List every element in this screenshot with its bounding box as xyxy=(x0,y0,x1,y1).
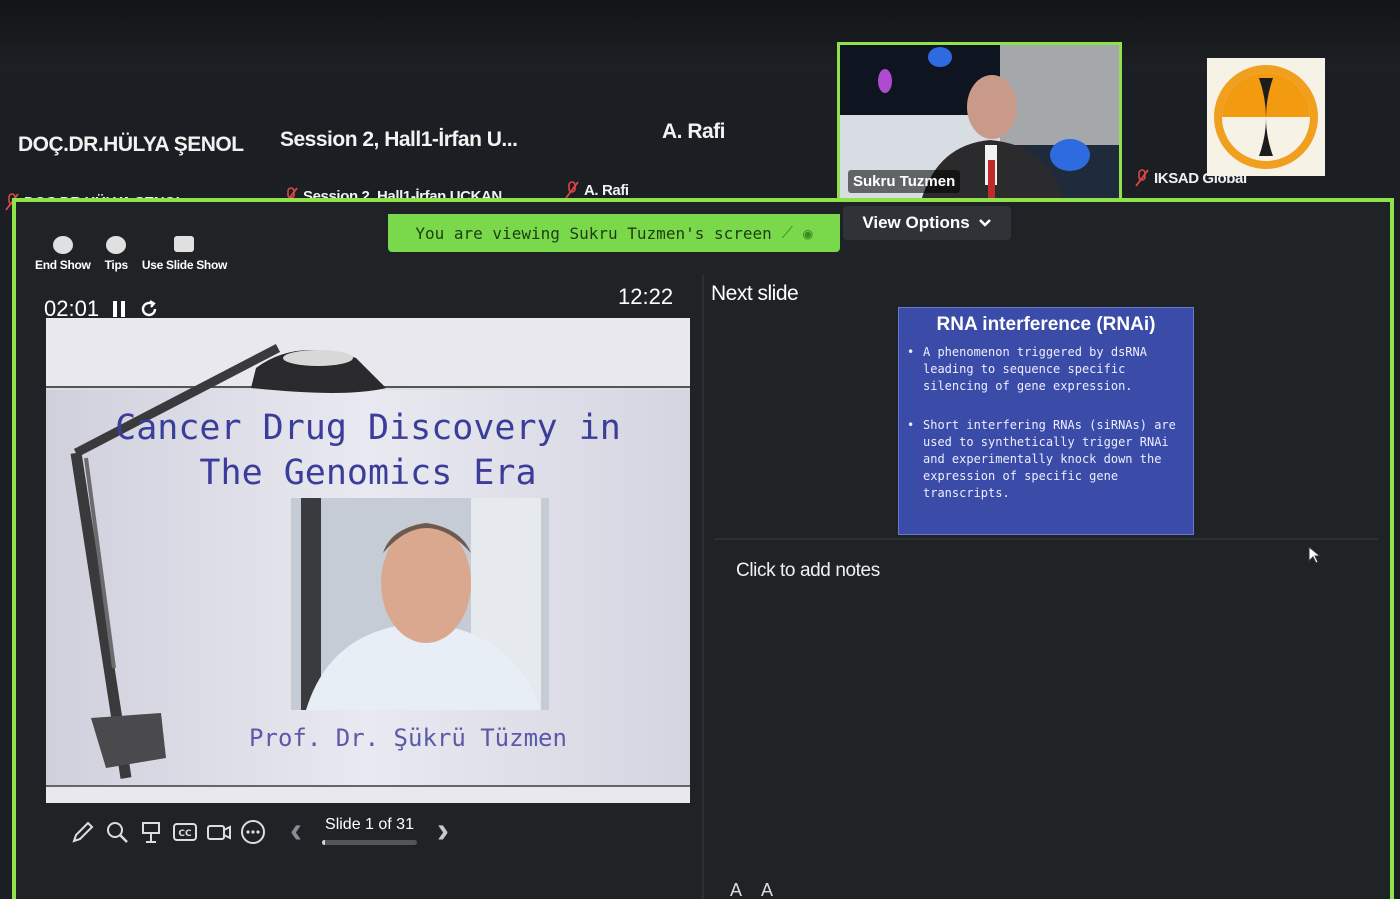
next-slide-bullet: A phenomenon triggered by dsRNA leading … xyxy=(905,344,1187,395)
top-band xyxy=(0,0,1400,70)
author-photo xyxy=(291,498,549,710)
previous-slide-button[interactable]: ‹ xyxy=(290,812,302,848)
viewing-banner-text: You are viewing Sukru Tuzmen's screen xyxy=(415,223,772,243)
mouse-cursor-icon xyxy=(1308,546,1322,564)
slide-show-icon xyxy=(174,236,195,252)
slide-title-line1: Cancer Drug Discovery in xyxy=(115,408,621,448)
notes-divider xyxy=(714,538,1378,540)
subtitles-button[interactable]: CC xyxy=(172,819,198,845)
participant-label-text: A. Rafi xyxy=(584,181,629,199)
speaker-name-label: Sukru Tuzmen xyxy=(848,170,961,193)
camera-icon xyxy=(207,825,231,840)
more-icon xyxy=(241,820,265,844)
mic-icon: ⟋ xyxy=(781,223,793,242)
tips-button[interactable]: Tips xyxy=(105,236,128,272)
next-slide-bullets: A phenomenon triggered by dsRNA leading … xyxy=(905,344,1187,502)
more-options-button[interactable] xyxy=(240,819,266,845)
iksad-label[interactable]: IKSAD Global xyxy=(1135,169,1247,187)
svg-text:CC: CC xyxy=(178,829,192,839)
use-slide-show-button[interactable]: Use Slide Show xyxy=(142,236,227,272)
iksad-logo xyxy=(1214,65,1318,169)
current-slide[interactable]: Cancer Drug Discovery in The Genomics Er… xyxy=(46,318,690,803)
speaker-video-tile[interactable]: Sukru Tuzmen xyxy=(837,42,1122,202)
reset-icon[interactable] xyxy=(139,299,159,319)
viewing-banner: You are viewing Sukru Tuzmen's screen ⟋ … xyxy=(388,214,840,252)
muted-mic-icon xyxy=(565,181,579,199)
slide-counter: Slide 1 of 31 xyxy=(322,816,417,845)
pen-tool-button[interactable] xyxy=(70,819,96,845)
tips-icon xyxy=(106,236,127,254)
notes-area[interactable]: Click to add notes xyxy=(736,560,880,582)
pause-icon[interactable] xyxy=(111,300,127,318)
slide-progress-bar xyxy=(322,839,417,845)
muted-mic-icon xyxy=(1135,169,1149,187)
slide-navigation: ‹ Slide 1 of 31 › xyxy=(290,812,449,848)
participant-name-3[interactable]: A. Rafi xyxy=(662,120,726,144)
slide-author: Prof. Dr. Şükrü Tüzmen xyxy=(249,724,567,752)
iksad-label-text: IKSAD Global xyxy=(1154,169,1247,187)
presenter-view-button[interactable] xyxy=(138,819,164,845)
use-slide-show-label: Use Slide Show xyxy=(141,258,228,272)
camera-button[interactable] xyxy=(206,819,232,845)
iksad-logo-tile[interactable] xyxy=(1207,58,1325,176)
presenter-icon xyxy=(142,822,160,843)
end-show-button[interactable]: End Show xyxy=(35,236,91,272)
tips-label: Tips xyxy=(104,258,129,272)
chevron-down-icon xyxy=(978,219,991,227)
participant-name-1[interactable]: DOÇ.DR.HÜLYA ŞENOL xyxy=(18,133,244,157)
view-options-label: View Options xyxy=(862,213,970,232)
slide-title-line2: The Genomics Era xyxy=(199,453,537,493)
next-slide-heading: Next slide xyxy=(711,282,799,305)
record-icon: ◉ xyxy=(802,223,813,243)
slide-tools: CC xyxy=(70,819,266,845)
end-show-label: End Show xyxy=(35,258,91,272)
notes-font-size-controls[interactable]: A A xyxy=(730,880,781,899)
end-show-icon xyxy=(52,236,73,254)
pane-divider xyxy=(702,275,704,899)
next-slide-preview[interactable]: RNA interference (RNAi) A phenomenon tri… xyxy=(898,307,1194,535)
presenter-toolbar: End Show Tips Use Slide Show xyxy=(35,236,227,272)
participant-name-2[interactable]: Session 2, Hall1-İrfan U... xyxy=(280,128,518,152)
next-slide-bullet: Short interfering RNAs (siRNAs) are used… xyxy=(905,417,1187,502)
clock-time: 12:22 xyxy=(618,284,674,309)
slide-progress-fill xyxy=(322,839,326,845)
participant-label-3[interactable]: A. Rafi xyxy=(565,181,629,199)
view-options-button[interactable]: View Options xyxy=(843,206,1011,240)
pen-icon xyxy=(72,821,94,843)
next-slide-title: RNA interference (RNAi) xyxy=(936,314,1156,335)
author-photo-image xyxy=(291,498,549,710)
next-slide-button[interactable]: › xyxy=(437,812,449,848)
zoom-button[interactable] xyxy=(104,819,130,845)
zoom-icon xyxy=(107,822,128,843)
slide-counter-label: Slide 1 of 31 xyxy=(325,815,414,833)
cc-icon: CC xyxy=(173,823,197,841)
